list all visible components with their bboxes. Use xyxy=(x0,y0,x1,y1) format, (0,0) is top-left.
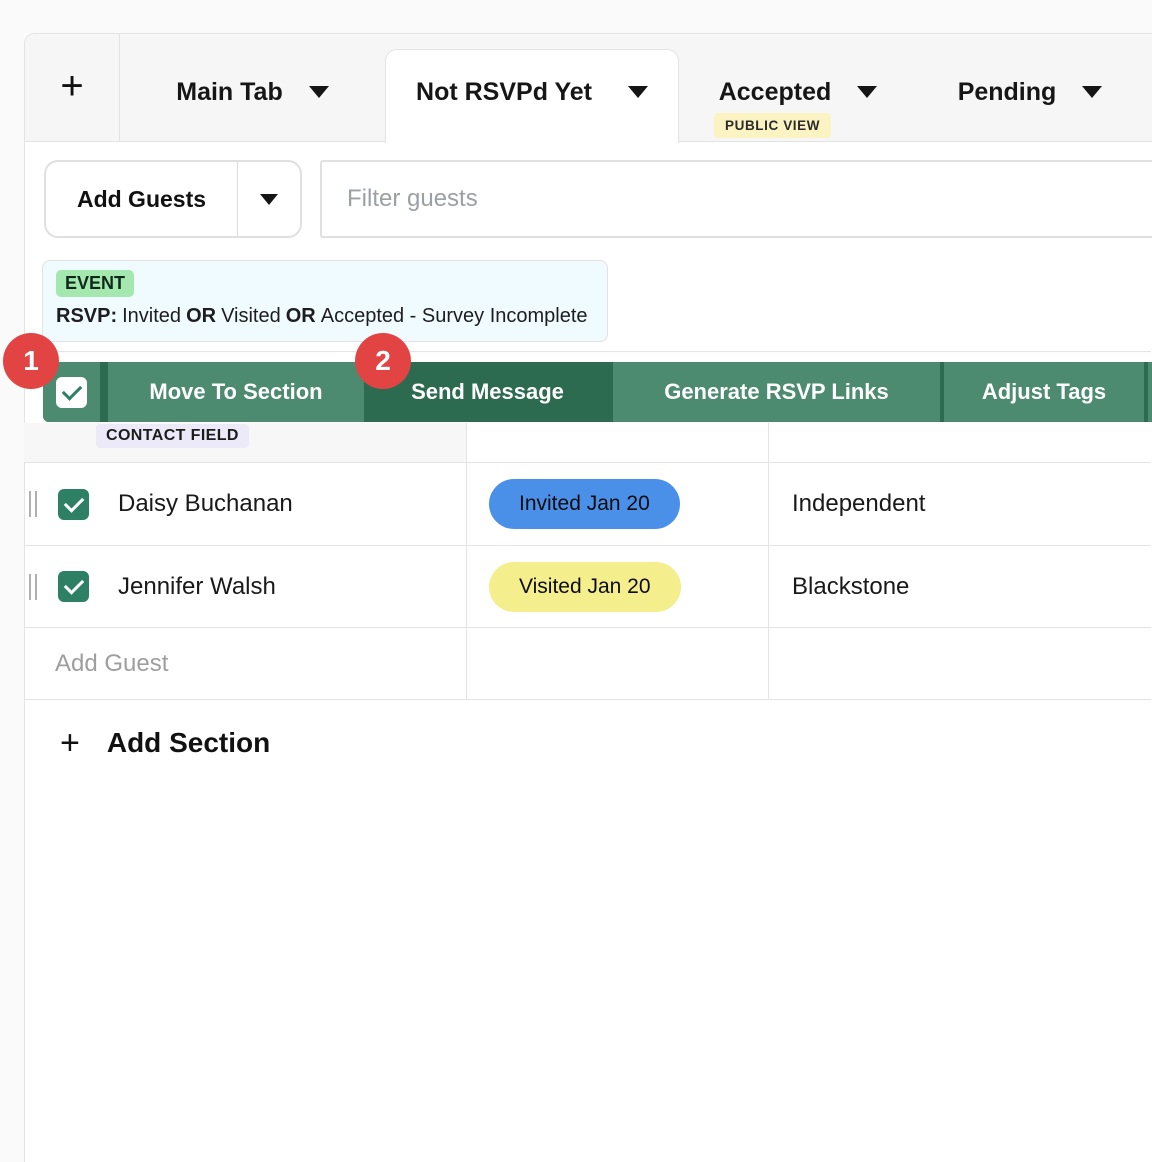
name-cell: Daisy Buchanan xyxy=(24,463,466,545)
status-badge[interactable]: Visited Jan 20 xyxy=(489,562,681,612)
public-view-badge: PUBLIC VIEW xyxy=(714,113,831,138)
row-checkbox[interactable] xyxy=(58,489,89,520)
add-guest-row[interactable]: Add Guest xyxy=(24,628,1151,700)
add-section-button[interactable]: + Add Section xyxy=(24,710,270,776)
tab-main-tab[interactable]: Main Tab xyxy=(119,34,386,141)
chevron-down-icon[interactable] xyxy=(857,86,877,98)
generate-rsvp-links-button[interactable]: Generate RSVP Links xyxy=(613,362,940,422)
chevron-down-icon[interactable] xyxy=(628,86,648,98)
organization-cell: Blackstone xyxy=(768,546,1151,627)
add-guests-label: Add Guests xyxy=(46,162,237,236)
row-checkbox[interactable] xyxy=(58,571,89,602)
select-all-checkbox[interactable] xyxy=(56,377,87,408)
checkmark-icon xyxy=(63,574,84,595)
rsvp-filter-description: RSVP:InvitedORVisitedORAccepted - Survey… xyxy=(56,305,593,328)
chevron-down-icon[interactable] xyxy=(309,86,329,98)
annotation-step-2: 2 xyxy=(355,333,411,389)
organization-cell: Independent xyxy=(768,463,1151,545)
tab-main-tab-label: Main Tab xyxy=(176,78,282,107)
column-divider xyxy=(466,423,467,700)
rsvp-value-1: Invited xyxy=(122,305,181,327)
tab-not-rsvpd-yet-label: Not RSVPd Yet xyxy=(416,78,592,107)
plus-icon: + xyxy=(60,66,83,106)
add-section-label: Add Section xyxy=(107,727,270,759)
add-guest-placeholder: Add Guest xyxy=(55,650,168,678)
table-top-border xyxy=(24,351,1151,352)
add-tab-button[interactable]: + xyxy=(25,34,120,141)
rsvp-operator-2: OR xyxy=(286,305,316,327)
toolbar-divider xyxy=(100,362,108,422)
status-cell: Visited Jan 20 xyxy=(466,546,768,627)
bulk-action-toolbar: Move To Section Send Message Generate RS… xyxy=(43,362,1152,422)
tab-pending[interactable]: Pending xyxy=(925,34,1135,141)
organization-cell xyxy=(768,628,1151,699)
guest-name: Daisy Buchanan xyxy=(118,490,293,518)
add-guests-dropdown[interactable] xyxy=(237,162,300,236)
guest-row-jennifer-walsh[interactable]: Jennifer Walsh Visited Jan 20 Blackstone xyxy=(24,546,1151,628)
event-badge: EVENT xyxy=(56,270,134,297)
tab-accepted[interactable]: Accepted PUBLIC VIEW xyxy=(689,34,907,141)
tab-accepted-label: Accepted xyxy=(719,78,832,107)
annotation-step-1: 1 xyxy=(3,333,59,389)
rsvp-value-2: Visited xyxy=(221,305,281,327)
drag-handle-icon[interactable] xyxy=(29,574,37,600)
add-guests-button[interactable]: Add Guests xyxy=(44,160,302,238)
contact-field-column-header[interactable]: CONTACT FIELD xyxy=(96,424,249,448)
event-filter-chip[interactable]: EVENT RSVP:InvitedORVisitedORAccepted - … xyxy=(42,260,608,342)
drag-handle-icon[interactable] xyxy=(29,491,37,517)
status-badge[interactable]: Invited Jan 20 xyxy=(489,479,680,529)
tab-pending-label: Pending xyxy=(958,78,1057,107)
guest-row-daisy-buchanan[interactable]: Daisy Buchanan Invited Jan 20 Independen… xyxy=(24,463,1151,546)
organization-value: Blackstone xyxy=(792,573,909,601)
checkmark-icon xyxy=(63,492,84,513)
move-to-section-button[interactable]: Move To Section xyxy=(108,362,364,422)
chevron-down-icon xyxy=(260,194,278,205)
filter-guests-input[interactable] xyxy=(320,160,1152,238)
status-cell xyxy=(466,628,768,699)
rsvp-prefix: RSVP: xyxy=(56,305,117,327)
tab-not-rsvpd-yet[interactable]: Not RSVPd Yet xyxy=(385,49,679,143)
column-divider xyxy=(768,423,769,700)
content-panel: + Main Tab Accepted PUBLIC VIEW Pending … xyxy=(24,33,1152,1162)
name-cell: Jennifer Walsh xyxy=(24,546,466,627)
rsvp-value-3: Accepted - Survey Incomplete xyxy=(321,305,588,327)
organization-value: Independent xyxy=(792,490,925,518)
plus-icon: + xyxy=(60,726,80,760)
add-guest-cell: Add Guest xyxy=(24,628,466,699)
toolbar-overflow-button[interactable] xyxy=(1148,362,1152,422)
adjust-tags-button[interactable]: Adjust Tags xyxy=(944,362,1144,422)
chevron-down-icon[interactable] xyxy=(1082,86,1102,98)
status-cell: Invited Jan 20 xyxy=(466,463,768,545)
rsvp-operator-1: OR xyxy=(186,305,216,327)
checkmark-icon xyxy=(61,380,82,401)
guest-name: Jennifer Walsh xyxy=(118,573,276,601)
